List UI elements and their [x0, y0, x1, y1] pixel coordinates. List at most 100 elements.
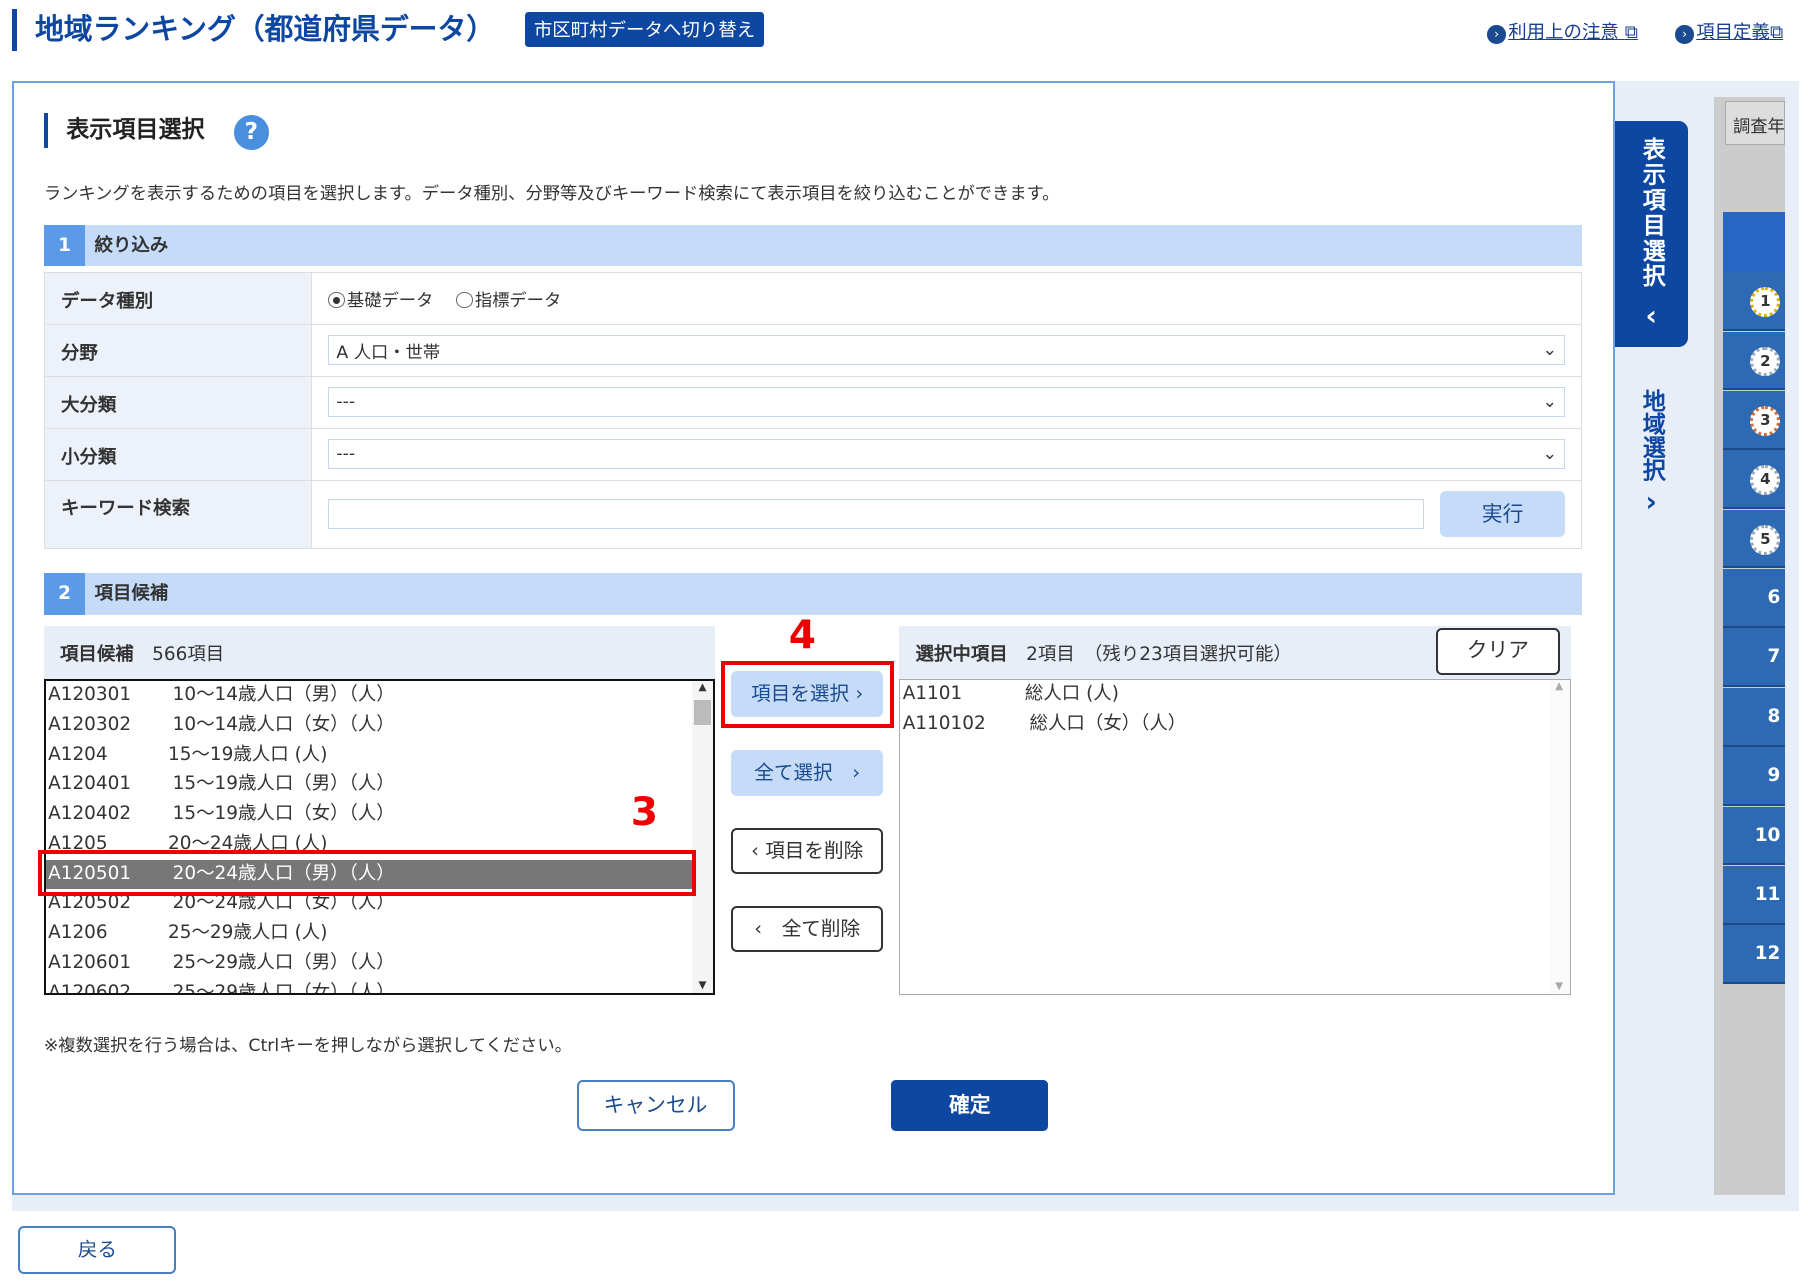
external-window-icon: ⧉ — [1624, 22, 1638, 44]
minor-category-label: 小分類 — [44, 428, 313, 480]
candidate-item[interactable]: A120302 10～14歳人口（女）（人） — [46, 711, 713, 741]
tab-label: 地域選択 — [1638, 388, 1665, 481]
candidate-item[interactable]: A120401 15～19歳人口（男）（人） — [46, 770, 713, 800]
select-value: A 人口・世帯 — [336, 342, 441, 363]
link-label: 利用上の注意 — [1508, 22, 1619, 44]
remove-item-button[interactable]: ‹ 項目を削除 — [731, 827, 884, 875]
step4-label: 4 — [788, 613, 816, 659]
chevron-right-icon: › — [1645, 485, 1657, 519]
major-category-label: 大分類 — [44, 376, 313, 428]
medal-icon: 4 — [1750, 465, 1781, 496]
rank-row: 3 — [1722, 390, 1785, 450]
candidate-item[interactable]: A120601 25～29歳人口（男）（人） — [46, 949, 713, 979]
rank-row: 5 — [1722, 509, 1785, 569]
radio-basic-data[interactable]: 基礎データ — [328, 286, 433, 311]
cancel-button[interactable]: キャンセル — [576, 1080, 735, 1132]
item-code: A120401 — [48, 773, 132, 795]
rank-number: 8 — [1767, 705, 1781, 727]
item-name: 総人口 (人) — [1024, 683, 1119, 705]
selected-item[interactable]: A110102 総人口（女）（人） — [900, 710, 1569, 740]
arrow-circle-icon: › — [1675, 25, 1694, 44]
execute-button[interactable]: 実行 — [1440, 491, 1565, 538]
scrollbar[interactable]: ▲ ▼ — [692, 681, 713, 994]
select-value: --- — [336, 392, 356, 413]
keyword-input[interactable] — [328, 499, 1425, 530]
candidate-item[interactable]: A1206 25～29歳人口 (人) — [46, 919, 713, 949]
filter-table: データ種別 基礎データ 指標データ 分野 A 人口・世帯 ⌄ 大分類 --- ⌄ 小分類… — [43, 272, 1583, 549]
remove-all-button[interactable]: ‹ 全て削除 — [731, 906, 884, 953]
item-definition-link[interactable]: › 項目定義⧉ — [1675, 18, 1783, 44]
item-code: A120602 — [48, 981, 132, 996]
selected-list-container: 選択中項目 2項目 （残り23項目選択可能） クリア A1101 総人口 (人) A… — [899, 626, 1571, 996]
rank-row: 12 — [1722, 925, 1785, 985]
radio-indicator-data[interactable]: 指標データ — [456, 286, 561, 311]
radio-label: 基礎データ — [346, 291, 434, 312]
candidate-item[interactable]: A120301 10～14歳人口（男）（人） — [46, 681, 713, 711]
selected-listbox[interactable]: A1101 総人口 (人) A110102 総人口（女）（人） ▲ ▼ — [899, 679, 1571, 996]
remaining-count: （残り23項目選択可能） — [1093, 643, 1292, 665]
item-name: 総人口（女）（人） — [1029, 712, 1187, 734]
selected-count: 2項目 — [1026, 643, 1075, 665]
item-code: A120302 — [48, 713, 132, 735]
chevron-left-icon: ‹ — [751, 838, 759, 862]
external-window-icon: ⧉ — [1769, 22, 1784, 44]
rank-row: 9 — [1722, 747, 1785, 806]
button-label: 全て削除 — [781, 917, 861, 941]
medal-icon: 2 — [1750, 346, 1781, 377]
highlight-box-step4 — [720, 660, 894, 728]
rank-row: 6 — [1722, 569, 1785, 628]
medal-icon: 1 — [1750, 287, 1781, 318]
item-name: 10～14歳人口（女）（人） — [172, 713, 395, 735]
item-name: 15～19歳人口（女）（人） — [172, 803, 395, 825]
item-name: 25～29歳人口（男）（人） — [172, 951, 395, 973]
back-button[interactable]: 戻る — [18, 1225, 177, 1275]
item-code: A1206 — [48, 922, 108, 944]
scrollbar[interactable]: ▲ ▼ — [1548, 680, 1570, 995]
medal-icon: 5 — [1750, 524, 1781, 555]
rank-row: 10 — [1722, 806, 1785, 866]
medal-icon: 3 — [1750, 405, 1781, 436]
scrollbar-thumb[interactable] — [694, 700, 711, 726]
filter-section-header: 1 絞り込み — [43, 224, 1583, 267]
link-label: 項目定義 — [1696, 22, 1770, 44]
candidate-item[interactable]: A1204 15～19歳人口 (人) — [46, 741, 713, 771]
step3-label: 3 — [630, 789, 659, 835]
keyword-label: キーワード検索 — [44, 480, 313, 548]
selected-item[interactable]: A1101 総人口 (人) — [900, 680, 1569, 710]
candidate-listbox[interactable]: A120301 10～14歳人口（男）（人） A120302 10～14歳人口（女）（… — [43, 679, 715, 996]
chevron-down-icon: ⌄ — [1542, 392, 1557, 413]
section-heading: 表示項目選択 — [43, 113, 205, 148]
chevron-right-icon: › — [852, 760, 861, 784]
item-code: A120601 — [48, 951, 132, 973]
survey-year-header: 調査年 — [1725, 101, 1785, 146]
candidate-item[interactable]: A120402 15～19歳人口（女）（人） — [46, 800, 713, 830]
clear-button[interactable]: クリア — [1435, 628, 1561, 675]
data-type-label: データ種別 — [44, 273, 313, 324]
rank-number: 9 — [1767, 765, 1781, 787]
section-number: 1 — [43, 224, 86, 267]
major-category-select[interactable]: --- ⌄ — [328, 387, 1565, 418]
tab-region-select[interactable]: 地域選択 › — [1614, 374, 1689, 551]
description: ランキングを表示するための項目を選択します。データ種別、分野等及びキーワード検索… — [43, 183, 1060, 204]
field-select[interactable]: A 人口・世帯 ⌄ — [328, 335, 1565, 366]
usage-notes-link[interactable]: › 利用上の注意 ⧉ — [1487, 18, 1638, 44]
rank-row: 2 — [1722, 331, 1785, 391]
rank-row: 11 — [1722, 865, 1785, 925]
minor-category-select[interactable]: --- ⌄ — [328, 439, 1565, 470]
item-code: A1101 — [902, 683, 963, 705]
item-name: 25～29歳人口（女）（人） — [172, 981, 395, 996]
switch-municipality-button[interactable]: 市区町村データへ切り替え — [524, 11, 765, 47]
confirm-button[interactable]: 確定 — [891, 1080, 1049, 1132]
section-title: 項目候補 — [94, 583, 169, 605]
tab-item-select[interactable]: 表示項目選択 ‹ — [1614, 121, 1689, 348]
item-name: 10～14歳人口（男）（人） — [172, 684, 395, 706]
field-label: 分野 — [44, 325, 313, 376]
candidate-item[interactable]: A120602 25～29歳人口（女）（人） — [46, 979, 713, 996]
tab-label: 表示項目選択 — [1638, 137, 1665, 290]
select-value: --- — [336, 444, 356, 465]
item-code: A120402 — [48, 803, 132, 825]
arrow-circle-icon: › — [1487, 25, 1506, 44]
candidate-list-container: 項目候補 566項目 A120301 10～14歳人口（男）（人） A120302 1… — [43, 626, 715, 996]
select-all-button[interactable]: 全て選択 › — [731, 749, 884, 796]
help-icon[interactable]: ? — [234, 115, 269, 150]
